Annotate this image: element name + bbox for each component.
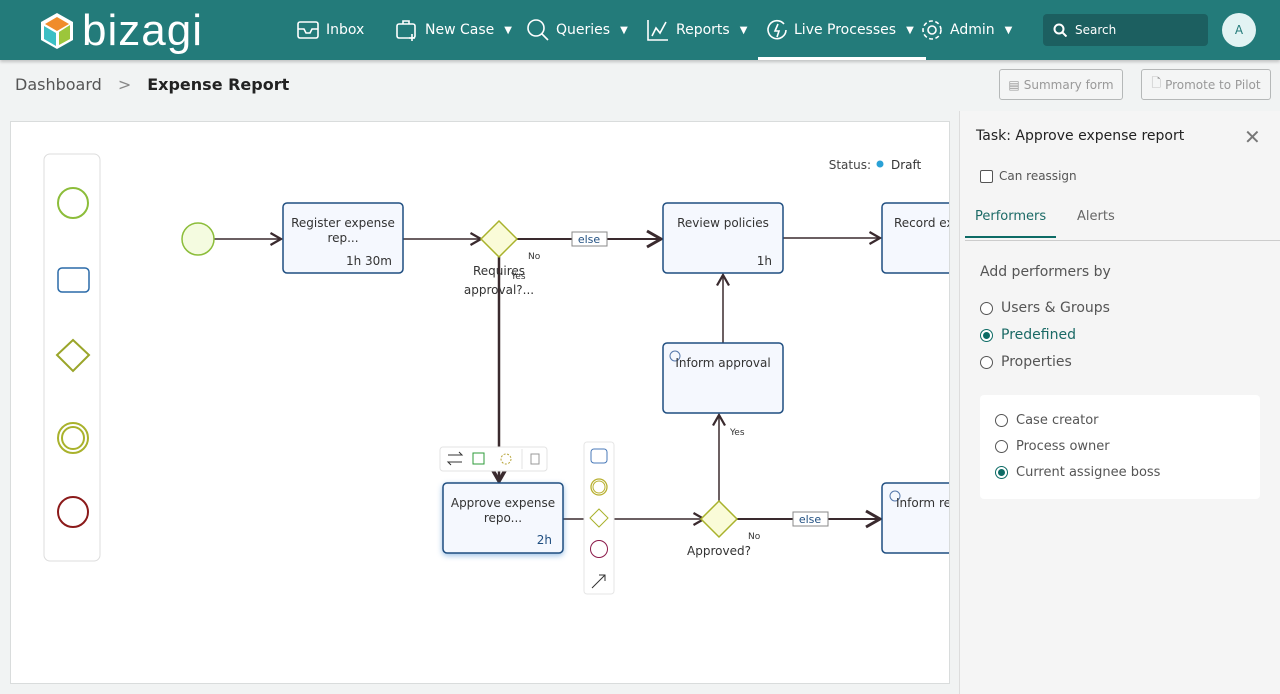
add-task-icon[interactable]	[590, 448, 608, 464]
shape-palette	[43, 153, 101, 562]
radio-process-owner[interactable]: Process owner	[995, 439, 1110, 454]
flow-label-no: No	[748, 532, 761, 542]
status-dot	[876, 160, 884, 168]
svg-text:Record ex: Record ex	[894, 216, 950, 230]
properties-panel: Task: Approve expense report ✕ Can reass…	[959, 111, 1280, 694]
gear-icon	[922, 20, 942, 40]
svg-text:Inform re: Inform re	[896, 496, 950, 510]
add-performers-label: Add performers by	[980, 264, 1111, 280]
close-icon[interactable]: ✕	[1244, 125, 1261, 149]
search-input[interactable]: Search	[1043, 14, 1208, 46]
svg-text:else: else	[578, 233, 601, 246]
new-case-icon	[396, 20, 416, 41]
element-toolbar	[439, 446, 548, 472]
status-value: Draft	[891, 158, 922, 172]
diagram-canvas[interactable]: Status: Draft Register expense rep... 1h 3…	[10, 121, 950, 684]
chart-icon	[647, 20, 668, 41]
radio-properties[interactable]: Properties	[980, 354, 1072, 370]
nav-live-processes[interactable]: Live Processes ▼	[758, 0, 926, 60]
svg-text:2h: 2h	[537, 533, 552, 547]
clipboard-icon: ▤	[1008, 77, 1020, 92]
svg-text:1h: 1h	[757, 254, 772, 268]
radio-current-assignee-boss[interactable]: Current assignee boss	[995, 465, 1160, 480]
intermediate-event-tool[interactable]	[57, 422, 89, 454]
else-label: else	[792, 511, 829, 527]
process-diagram[interactable]: Status: Draft Register expenserep... 1h 3…	[11, 122, 950, 684]
svg-text:else: else	[799, 513, 822, 526]
avatar[interactable]: A	[1222, 13, 1256, 47]
logo-icon	[41, 13, 73, 49]
gateway-approved[interactable]: Approved?	[687, 499, 751, 558]
panel-title: Task: Approve expense report	[976, 128, 1185, 144]
task-record-expense[interactable]: Record ex	[881, 202, 950, 274]
flow-label-no: No	[528, 252, 541, 262]
page-title: Expense Report	[147, 75, 290, 94]
svg-text:Review policies: Review policies	[677, 216, 769, 230]
nav-admin[interactable]: Admin ▼	[920, 0, 1012, 60]
radio-case-creator[interactable]: Case creator	[995, 413, 1099, 428]
end-event-tool[interactable]	[57, 496, 89, 528]
search-icon	[1053, 23, 1067, 37]
predefined-options-card: Case creator Process owner Current assig…	[980, 395, 1260, 499]
else-label: else	[571, 231, 608, 247]
svg-text:Inform approval: Inform approval	[675, 356, 770, 370]
inbox-icon	[297, 21, 319, 39]
tab-performers[interactable]: Performers	[965, 209, 1057, 238]
task-review-policies[interactable]: Review policies 1h	[662, 202, 784, 274]
flow-label-yes: Yes	[510, 272, 526, 282]
task-inform-approval[interactable]: Inform approval	[662, 342, 784, 414]
bizagi-logo[interactable]: bizagi	[38, 6, 203, 56]
task-inform-rejection[interactable]: Inform re	[881, 482, 950, 554]
quick-add-palette	[583, 441, 615, 595]
tab-alerts[interactable]: Alerts	[1077, 209, 1115, 224]
breadcrumb: Dashboard > Expense Report	[15, 75, 289, 94]
top-bar: bizagi Inbox New Case ▼ Queries ▼ Reports ▼…	[0, 0, 1280, 60]
document-icon: 🗋	[1151, 76, 1162, 90]
radio-predefined[interactable]: Predefined	[980, 327, 1076, 343]
nav-queries[interactable]: Queries ▼	[526, 0, 628, 60]
can-reassign-checkbox[interactable]: Can reassign	[980, 169, 1077, 183]
svg-text:rep...: rep...	[327, 231, 358, 245]
task-register-expense[interactable]: Register expenserep... 1h 30m	[282, 202, 404, 274]
search-icon	[527, 19, 549, 41]
start-event-tool[interactable]	[57, 187, 89, 219]
chevron-right-icon: >	[117, 75, 132, 94]
radio-users-groups[interactable]: Users & Groups	[980, 300, 1110, 316]
task-approve-expense[interactable]: Approve expenserepo... 2h	[442, 482, 564, 554]
nav-reports[interactable]: Reports ▼	[646, 0, 747, 60]
svg-text:Approve expense: Approve expense	[451, 496, 555, 510]
breadcrumb-dashboard[interactable]: Dashboard	[15, 75, 102, 94]
nav-inbox[interactable]: Inbox	[296, 0, 364, 60]
svg-text:repo...: repo...	[484, 511, 522, 525]
summary-form-button[interactable]: ▤ Summary form	[999, 69, 1123, 100]
flow-label-yes: Yes	[729, 428, 745, 438]
live-process-icon	[767, 19, 787, 40]
promote-to-pilot-button[interactable]: 🗋 Promote to Pilot	[1141, 69, 1271, 100]
svg-text:Register expense: Register expense	[291, 216, 395, 230]
svg-text:approval?...: approval?...	[464, 283, 534, 297]
task-tool[interactable]	[57, 267, 90, 293]
svg-text:Approved?: Approved?	[687, 544, 751, 558]
status-label: Status:	[829, 158, 871, 172]
nav-new-case[interactable]: New Case ▼	[395, 0, 512, 60]
svg-text:1h 30m: 1h 30m	[346, 254, 392, 268]
panel-tabs: Performers Alerts	[965, 203, 1280, 241]
start-event[interactable]	[181, 222, 215, 256]
logo-text: bizagi	[82, 6, 203, 55]
